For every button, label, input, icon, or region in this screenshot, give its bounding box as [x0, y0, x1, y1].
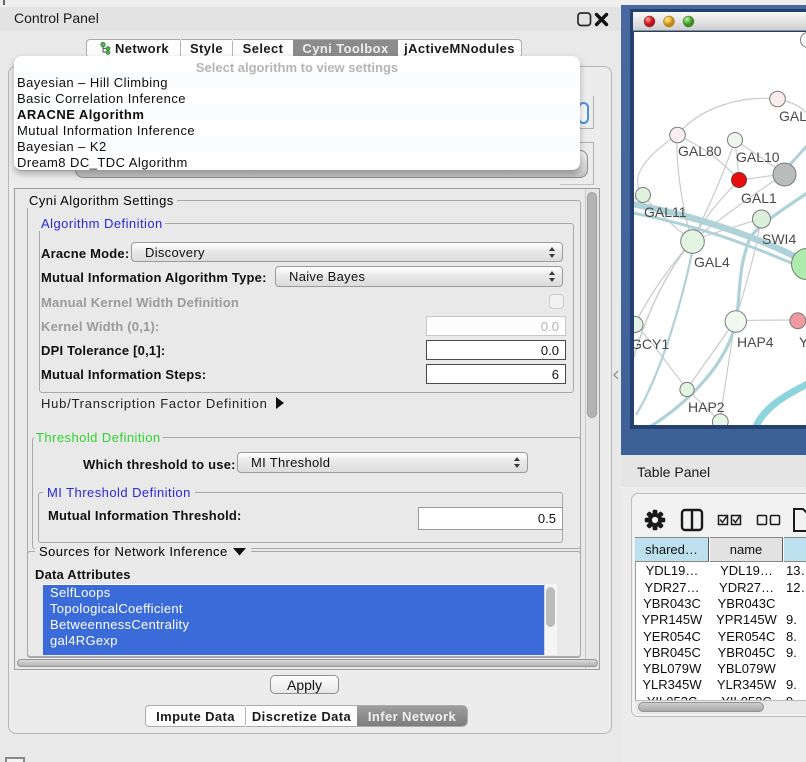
svg-text:HAP2: HAP2	[688, 399, 725, 415]
svg-text:GAL1: GAL1	[741, 190, 777, 206]
svg-text:GAL4: GAL4	[694, 254, 730, 270]
svg-text:HAP4: HAP4	[737, 334, 774, 350]
svg-text:GCY1: GCY1	[634, 336, 669, 352]
svg-text:GAL10: GAL10	[736, 149, 780, 165]
svg-text:GAL80: GAL80	[678, 143, 722, 159]
svg-text:Y: Y	[799, 334, 806, 350]
svg-text:SWI4: SWI4	[762, 231, 796, 247]
svg-text:GAL8: GAL8	[779, 108, 806, 124]
svg-text:GAL11: GAL11	[644, 204, 687, 220]
